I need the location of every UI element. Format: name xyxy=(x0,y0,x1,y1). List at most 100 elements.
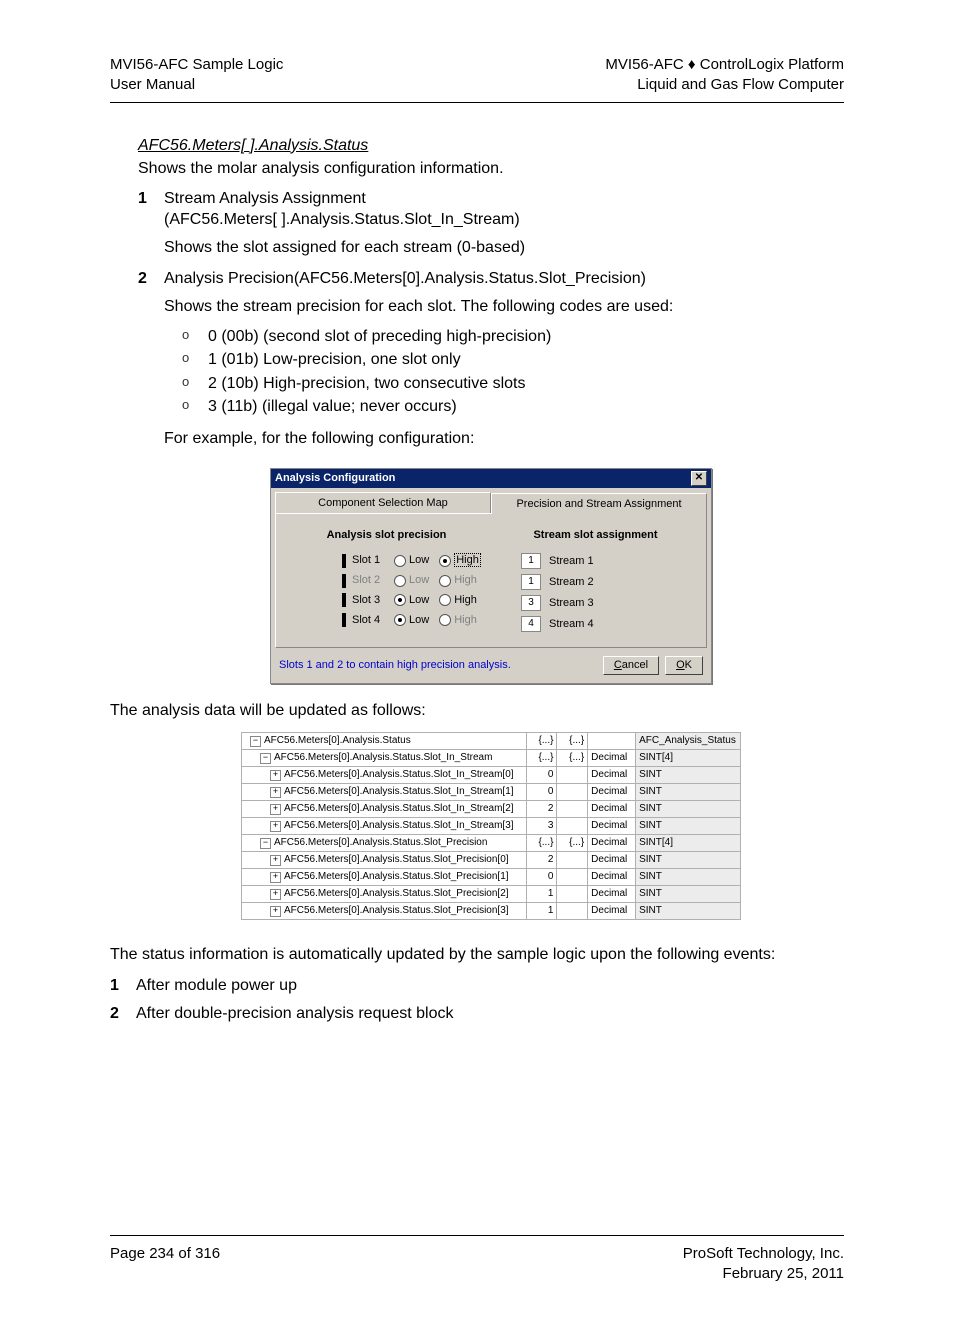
style-cell: Decimal xyxy=(588,749,636,766)
tree-toggle-icon[interactable]: + xyxy=(270,855,281,866)
ok-button[interactable]: OK xyxy=(665,656,703,675)
low-radio[interactable] xyxy=(394,555,406,567)
slot-group-bar-icon xyxy=(342,574,346,588)
stream-label: Stream 4 xyxy=(549,617,594,632)
sublist-item: o0 (00b) (second slot of preceding high-… xyxy=(182,326,844,348)
tab-precision-stream[interactable]: Precision and Stream Assignment xyxy=(491,493,707,515)
slot-row: Slot 4LowHigh xyxy=(342,613,491,628)
tree-toggle-icon[interactable]: − xyxy=(250,736,261,747)
tag-name-cell: +AFC56.Meters[0].Analysis.Status.Slot_In… xyxy=(242,817,527,834)
tag-name-cell: +AFC56.Meters[0].Analysis.Status.Slot_Pr… xyxy=(242,902,527,919)
low-label: Low xyxy=(409,553,429,568)
section-intro: Shows the molar analysis configuration i… xyxy=(138,158,844,180)
slot-row: Slot 3LowHigh xyxy=(342,593,491,608)
low-label: Low xyxy=(409,593,429,608)
tree-toggle-icon[interactable]: + xyxy=(270,770,281,781)
tree-toggle-icon[interactable]: − xyxy=(260,838,271,849)
value-cell: {...} xyxy=(526,749,557,766)
para-update: The analysis data will be updated as fol… xyxy=(110,700,844,722)
high-label: High xyxy=(454,613,477,628)
page-header: MVI56-AFC Sample Logic User Manual MVI56… xyxy=(110,55,844,96)
stream-label: Stream 1 xyxy=(549,554,594,569)
value-cell: 2 xyxy=(526,851,557,868)
value-cell xyxy=(557,902,588,919)
bullet-text: 2 (10b) High-precision, two consecutive … xyxy=(208,373,844,395)
style-cell: Decimal xyxy=(588,783,636,800)
sublist-item: o2 (10b) High-precision, two consecutive… xyxy=(182,373,844,395)
dialog-title: Analysis Configuration xyxy=(275,471,395,486)
stream-slot-input[interactable]: 1 xyxy=(521,553,541,569)
close-icon[interactable]: ✕ xyxy=(691,471,707,486)
high-radio[interactable] xyxy=(439,575,451,587)
tree-toggle-icon[interactable]: + xyxy=(270,787,281,798)
slot-row: Slot 2LowHigh xyxy=(342,573,491,588)
slot-label: Slot 2 xyxy=(352,573,388,588)
value-cell: {...} xyxy=(557,834,588,851)
dialog-titlebar: Analysis Configuration ✕ xyxy=(271,469,711,488)
item1-line1: Stream Analysis Assignment xyxy=(164,188,844,210)
high-label: High xyxy=(454,593,477,608)
list-number: 1 xyxy=(110,975,136,997)
style-cell: Decimal xyxy=(588,868,636,885)
value-cell: 0 xyxy=(526,783,557,800)
low-radio[interactable] xyxy=(394,575,406,587)
slot-label: Slot 1 xyxy=(352,553,388,568)
stream-slot-input[interactable]: 3 xyxy=(521,595,541,611)
tag-table: −AFC56.Meters[0].Analysis.Status{...}{..… xyxy=(241,732,741,920)
type-cell: AFC_Analysis_Status xyxy=(636,732,741,749)
bullet-mark: o xyxy=(182,396,208,418)
footer-left: Page 234 of 316 xyxy=(110,1244,220,1285)
high-label: High xyxy=(454,553,481,568)
tree-toggle-icon[interactable]: + xyxy=(270,821,281,832)
high-radio[interactable] xyxy=(439,555,451,567)
low-radio[interactable] xyxy=(394,594,406,606)
value-cell: 1 xyxy=(526,902,557,919)
value-cell: 2 xyxy=(526,800,557,817)
bullet-mark: o xyxy=(182,326,208,348)
low-label: Low xyxy=(409,613,429,628)
stream-slot-input[interactable]: 4 xyxy=(521,616,541,632)
value-cell: {...} xyxy=(557,749,588,766)
table-row: −AFC56.Meters[0].Analysis.Status.Slot_Pr… xyxy=(242,834,741,851)
tag-name-cell: +AFC56.Meters[0].Analysis.Status.Slot_In… xyxy=(242,766,527,783)
high-radio[interactable] xyxy=(439,594,451,606)
style-cell: Decimal xyxy=(588,817,636,834)
high-radio[interactable] xyxy=(439,614,451,626)
table-row: +AFC56.Meters[0].Analysis.Status.Slot_In… xyxy=(242,783,741,800)
footer-right-1: ProSoft Technology, Inc. xyxy=(683,1244,844,1264)
value-cell xyxy=(557,885,588,902)
table-row: −AFC56.Meters[0].Analysis.Status{...}{..… xyxy=(242,732,741,749)
style-cell: Decimal xyxy=(588,834,636,851)
slot-group-bar-icon xyxy=(342,554,346,568)
style-cell: Decimal xyxy=(588,851,636,868)
tag-name-cell: −AFC56.Meters[0].Analysis.Status.Slot_Pr… xyxy=(242,834,527,851)
tree-toggle-icon[interactable]: + xyxy=(270,804,281,815)
header-left-1: MVI56-AFC Sample Logic xyxy=(110,55,283,75)
item2-sub: Shows the stream precision for each slot… xyxy=(164,296,844,318)
tree-toggle-icon[interactable]: + xyxy=(270,906,281,917)
low-radio[interactable] xyxy=(394,614,406,626)
style-cell xyxy=(588,732,636,749)
tree-toggle-icon[interactable]: + xyxy=(270,872,281,883)
stream-heading: Stream slot assignment xyxy=(491,528,700,543)
type-cell: SINT xyxy=(636,817,741,834)
cancel-button[interactable]: Cancel xyxy=(603,656,659,675)
para-status: The status information is automatically … xyxy=(110,944,844,966)
table-row: +AFC56.Meters[0].Analysis.Status.Slot_Pr… xyxy=(242,851,741,868)
analysis-config-dialog: Analysis Configuration ✕ Component Selec… xyxy=(270,468,712,685)
slot-group-bar-icon xyxy=(342,593,346,607)
tag-name-cell: +AFC56.Meters[0].Analysis.Status.Slot_Pr… xyxy=(242,851,527,868)
stream-slot-input[interactable]: 1 xyxy=(521,574,541,590)
list-number: 2 xyxy=(138,268,164,449)
header-divider xyxy=(110,102,844,103)
type-cell: SINT xyxy=(636,766,741,783)
tree-toggle-icon[interactable]: + xyxy=(270,889,281,900)
tree-toggle-icon[interactable]: − xyxy=(260,753,271,764)
bullet-mark: o xyxy=(182,349,208,371)
event-text: After double-precision analysis request … xyxy=(136,1003,844,1025)
stream-label: Stream 3 xyxy=(549,596,594,611)
value-cell xyxy=(557,800,588,817)
item1-sub: Shows the slot assigned for each stream … xyxy=(164,237,844,259)
stream-row: 1Stream 2 xyxy=(521,574,700,590)
tab-component-map[interactable]: Component Selection Map xyxy=(275,492,491,514)
